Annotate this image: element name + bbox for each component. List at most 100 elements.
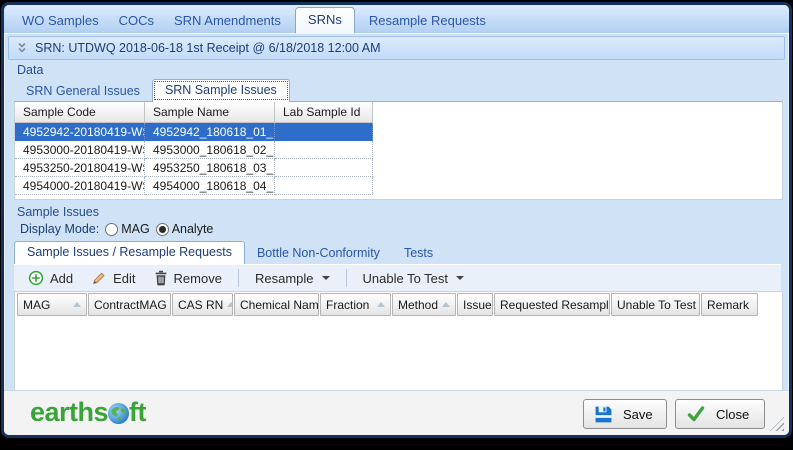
table-row[interactable]: 4952942-20180419-WS 4952942_180618_01_N	[15, 123, 782, 141]
table-row[interactable]: 4954000-20180419-WS 4954000_180618_04_N	[15, 177, 782, 195]
column-label: Method	[398, 297, 439, 312]
add-circle-icon	[28, 270, 44, 286]
remove-button[interactable]: Remove	[148, 268, 228, 288]
column-label: Requested Resample	[500, 297, 610, 312]
main-tab-bar: WO Samples COCs SRN Amendments SRNs Resa…	[4, 5, 789, 34]
tab-bottle-non-conformity[interactable]: Bottle Non-Conformity	[245, 243, 392, 264]
tab-wo-samples[interactable]: WO Samples	[12, 8, 109, 33]
column-header-mag[interactable]: MAG	[17, 293, 87, 316]
issues-toolbar: Add Edit Remove Resample Unable To Test	[14, 264, 781, 291]
column-header-sample-code[interactable]: Sample Code	[15, 102, 145, 123]
sort-ascending-icon	[377, 302, 385, 307]
column-header-requested-resample[interactable]: Requested Resample	[494, 293, 610, 316]
tab-srn-sample-issues[interactable]: SRN Sample Issues	[151, 79, 290, 102]
data-tab-bar: SRN General Issues SRN Sample Issues	[14, 79, 290, 102]
radio-unchecked-icon[interactable]	[105, 222, 119, 236]
save-button-label: Save	[623, 406, 653, 422]
save-button[interactable]: Save	[583, 399, 667, 429]
tab-sample-issues-resample-requests[interactable]: Sample Issues / Resample Requests	[14, 241, 245, 264]
chevron-down-icon	[321, 276, 330, 284]
samples-grid-header: Sample Code Sample Name Lab Sample Id	[15, 102, 782, 123]
column-header-contractmag[interactable]: ContractMAG	[88, 293, 171, 316]
srn-collapsible-header[interactable]: SRN: UTDWQ 2018-06-18 1st Receipt @ 6/18…	[8, 36, 785, 60]
pencil-icon	[91, 270, 107, 286]
check-icon	[687, 406, 705, 422]
tab-srns[interactable]: SRNs	[294, 7, 355, 33]
tab-cocs[interactable]: COCs	[109, 8, 164, 33]
column-label: Chemical Name	[240, 297, 319, 312]
cell-lab-sample-id	[275, 159, 373, 177]
column-header-remark[interactable]: Remark	[701, 293, 758, 316]
column-header-lab-sample-id[interactable]: Lab Sample Id	[275, 102, 373, 123]
earthsoft-logo: earths ft	[30, 397, 147, 428]
app-window: WO Samples COCs SRN Amendments SRNs Resa…	[1, 2, 792, 438]
cell-sample-name: 4954000_180618_04_N	[145, 177, 275, 195]
column-header-sample-name[interactable]: Sample Name	[145, 102, 275, 123]
cell-lab-sample-id	[275, 123, 373, 141]
issues-tab-bar: Sample Issues / Resample Requests Bottle…	[14, 241, 445, 264]
samples-grid: Sample Code Sample Name Lab Sample Id 49…	[14, 101, 783, 200]
edit-button-label: Edit	[113, 270, 136, 286]
footer-bar: earths ft Save Close	[4, 390, 789, 435]
table-row[interactable]: 4953000-20180419-WS 4953000_180618_02_N	[15, 141, 782, 159]
cell-sample-name: 4953250_180618_03_N	[145, 159, 275, 177]
display-mode-row: Display Mode: MAG Analyte	[20, 221, 213, 237]
edit-button[interactable]: Edit	[85, 268, 141, 288]
unable-to-test-dropdown-button[interactable]: Unable To Test	[357, 269, 471, 288]
cell-sample-code: 4952942-20180419-WS	[15, 123, 145, 141]
resample-button-label: Resample	[254, 270, 314, 286]
tab-resample-requests[interactable]: Resample Requests	[359, 8, 496, 33]
column-header-fraction[interactable]: Fraction	[320, 293, 391, 316]
cell-sample-code: 4954000-20180419-WS	[15, 177, 145, 195]
column-header-unable-to-test[interactable]: Unable To Test	[611, 293, 700, 316]
sort-ascending-icon	[73, 302, 81, 307]
display-mode-label: Display Mode:	[20, 222, 100, 236]
column-label: Unable To Test	[617, 297, 696, 312]
column-header-chemical-name[interactable]: Chemical Name	[234, 293, 319, 316]
logo-text-right: ft	[129, 397, 147, 427]
cell-sample-name: 4953000_180618_02_N	[145, 141, 275, 159]
data-section-label: Data	[17, 63, 44, 77]
cell-sample-code: 4953250-20180419-WS	[15, 159, 145, 177]
logo-text-left: earths	[30, 397, 109, 427]
save-floppy-icon	[595, 406, 612, 422]
add-button-label: Add	[50, 270, 74, 286]
column-header-cas-rn[interactable]: CAS RN	[172, 293, 233, 316]
cell-sample-name: 4952942_180618_01_N	[145, 123, 275, 141]
radio-analyte-label: Analyte	[171, 222, 214, 236]
chevron-down-icon	[456, 276, 465, 284]
column-label: Issue	[463, 297, 492, 312]
toolbar-separator	[345, 269, 347, 287]
radio-mag-label: MAG	[121, 222, 150, 236]
add-button[interactable]: Add	[22, 268, 79, 288]
resample-dropdown-button[interactable]: Resample	[249, 269, 336, 288]
tab-tests[interactable]: Tests	[392, 243, 445, 264]
resize-grip[interactable]	[770, 417, 784, 431]
column-label: ContractMAG	[94, 297, 167, 312]
issues-grid-header: MAG ContractMAG CAS RN Chemical Name Fra…	[15, 292, 782, 316]
issues-grid: MAG ContractMAG CAS RN Chemical Name Fra…	[14, 291, 783, 393]
sample-issues-section-label: Sample Issues	[17, 205, 99, 219]
column-header-issue[interactable]: Issue	[457, 293, 493, 316]
radio-checked-icon[interactable]	[155, 222, 169, 236]
unable-to-test-button-label: Unable To Test	[362, 270, 449, 286]
tab-srn-amendments[interactable]: SRN Amendments	[164, 8, 291, 33]
remove-button-label: Remove	[173, 270, 222, 286]
sort-ascending-icon	[442, 302, 451, 307]
sort-ascending-icon	[227, 302, 232, 307]
close-button-label: Close	[716, 406, 750, 422]
radio-mag[interactable]: MAG	[105, 222, 150, 236]
double-chevron-icon[interactable]	[17, 42, 27, 54]
srn-header-title: SRN: UTDWQ 2018-06-18 1st Receipt @ 6/18…	[35, 41, 381, 55]
tab-srn-general-issues[interactable]: SRN General Issues	[14, 81, 152, 102]
column-label: Remark	[707, 297, 750, 312]
cell-sample-code: 4953000-20180419-WS	[15, 141, 145, 159]
column-header-method[interactable]: Method	[392, 293, 456, 316]
cell-lab-sample-id	[275, 177, 373, 195]
column-label: CAS RN	[178, 297, 224, 312]
table-row[interactable]: 4953250-20180419-WS 4953250_180618_03_N	[15, 159, 782, 177]
column-label: MAG	[23, 297, 51, 312]
close-button[interactable]: Close	[675, 399, 765, 429]
radio-analyte[interactable]: Analyte	[155, 222, 214, 236]
toolbar-separator	[237, 269, 239, 287]
